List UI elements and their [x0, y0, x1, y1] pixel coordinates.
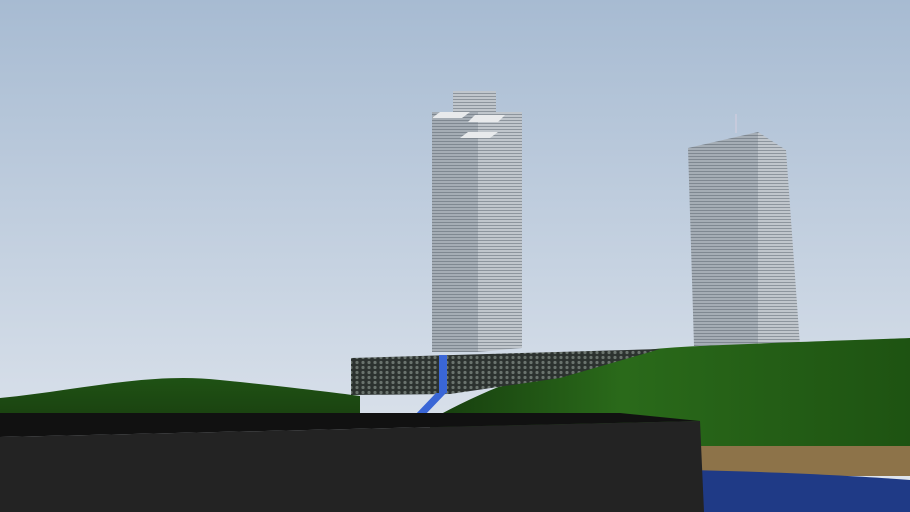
3d-scene [0, 0, 910, 512]
foreground-block [0, 421, 704, 512]
left-tower [432, 91, 522, 352]
right-tower [688, 114, 800, 346]
